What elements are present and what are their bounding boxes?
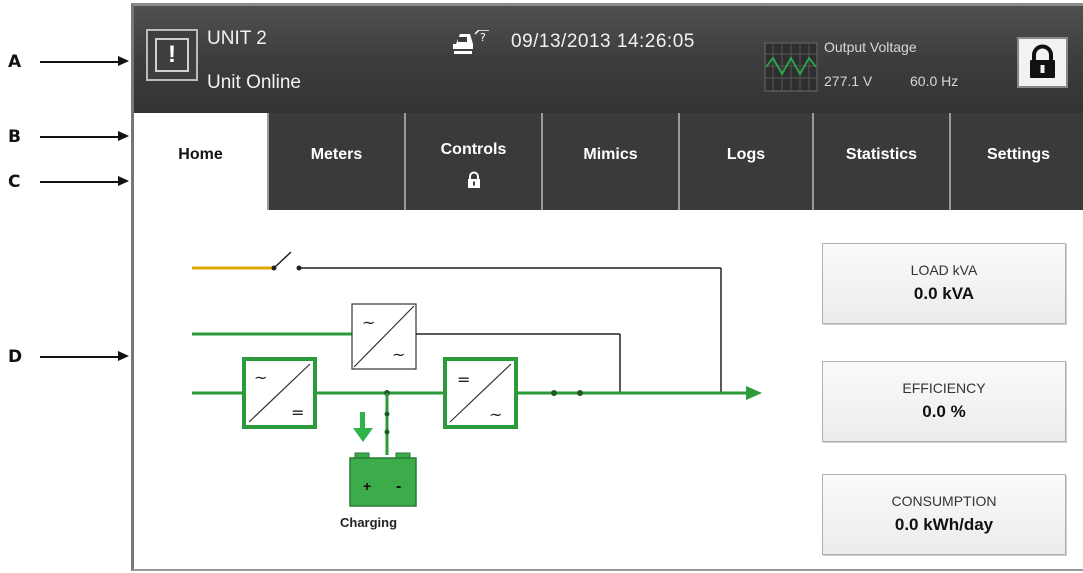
svg-text:=: = bbox=[457, 370, 470, 389]
output-frequency-value: 60.0 Hz bbox=[910, 73, 959, 89]
tab-lock-icon bbox=[467, 171, 480, 188]
tab-label: Mimics bbox=[583, 146, 638, 163]
callout-line bbox=[40, 61, 122, 63]
status-header: ! UNIT 2 Unit Online ? 09/13/2013 14:26:… bbox=[134, 6, 1083, 113]
tab-label: Home bbox=[178, 146, 223, 163]
metric-value: 0.0 kWh/day bbox=[894, 515, 994, 534]
tab-mimics[interactable]: Mimics bbox=[541, 113, 678, 210]
home-content: ~ ~ ~ = = ~ + - Charging LOAD kVA 0.0 kV… bbox=[134, 210, 1083, 569]
tab-settings[interactable]: Settings bbox=[949, 113, 1083, 210]
rectifier-icon: ~ = bbox=[242, 357, 317, 429]
output-junction bbox=[577, 390, 583, 396]
power-flow-mimic: ~ ~ ~ = = ~ + - bbox=[192, 251, 762, 507]
metric-label: CONSUMPTION bbox=[891, 493, 997, 509]
callout-line bbox=[40, 136, 122, 138]
callout-letter: A bbox=[8, 52, 22, 72]
output-voltage-value: 277.1 V bbox=[824, 73, 873, 89]
callout-arrow-icon bbox=[118, 131, 129, 141]
metric-load-kva[interactable]: LOAD kVA 0.0 kVA bbox=[822, 243, 1066, 324]
output-arrow-icon bbox=[746, 386, 762, 400]
tab-meters[interactable]: Meters bbox=[267, 113, 404, 210]
inverter-icon: = ~ bbox=[443, 357, 518, 429]
callout-arrow-icon bbox=[118, 176, 129, 186]
callout-letter: C bbox=[8, 172, 21, 192]
unit-name: UNIT 2 bbox=[207, 28, 267, 49]
battery-plus: + bbox=[363, 478, 371, 494]
svg-text:=: = bbox=[291, 403, 304, 422]
tab-bar: Home Meters Controls Mimics Logs Statist… bbox=[134, 113, 1083, 210]
metric-efficiency[interactable]: EFFICIENCY 0.0 % bbox=[822, 361, 1066, 442]
waveform-icon bbox=[764, 42, 818, 92]
lock-icon bbox=[1030, 44, 1055, 78]
tab-logs[interactable]: Logs bbox=[678, 113, 812, 210]
metric-label: EFFICIENCY bbox=[902, 380, 986, 396]
metric-label: LOAD kVA bbox=[910, 262, 978, 278]
datetime: 09/13/2013 14:26:05 bbox=[511, 31, 695, 52]
output-junction bbox=[551, 390, 557, 396]
bypass-switch bbox=[273, 251, 292, 269]
callout-line bbox=[40, 356, 122, 358]
svg-text:~: ~ bbox=[392, 345, 405, 364]
battery-minus: - bbox=[396, 478, 401, 495]
battery-icon: + - bbox=[349, 452, 417, 507]
battery-status: Charging bbox=[340, 515, 398, 530]
tab-label: Logs bbox=[726, 146, 766, 163]
tab-label: Statistics bbox=[845, 146, 918, 163]
svg-text:~: ~ bbox=[489, 405, 502, 424]
unit-status: Unit Online bbox=[207, 72, 301, 93]
callout-arrow-icon bbox=[118, 56, 129, 66]
battery-junction bbox=[384, 429, 390, 435]
callout-letter: B bbox=[8, 127, 21, 147]
callout-letter: D bbox=[8, 347, 23, 367]
metric-value: 0.0 kVA bbox=[913, 284, 975, 303]
tab-label: Controls bbox=[440, 141, 507, 158]
callout-arrow-icon bbox=[118, 351, 129, 361]
output-voltage-label: Output Voltage bbox=[824, 39, 917, 55]
tab-statistics[interactable]: Statistics bbox=[812, 113, 949, 210]
bypass-converter-icon: ~ ~ bbox=[351, 303, 417, 370]
alarm-button[interactable]: ! bbox=[146, 29, 198, 81]
help-icon[interactable]: ? bbox=[451, 30, 491, 60]
lock-button[interactable] bbox=[1017, 37, 1068, 88]
battery-junction bbox=[384, 411, 390, 417]
svg-text:?: ? bbox=[480, 31, 486, 44]
svg-text:~: ~ bbox=[362, 313, 375, 332]
svg-text:~: ~ bbox=[254, 368, 267, 387]
alarm-icon: ! bbox=[155, 38, 189, 72]
metric-consumption[interactable]: CONSUMPTION 0.0 kWh/day bbox=[822, 474, 1066, 555]
callout-line bbox=[40, 181, 122, 183]
tab-label: Meters bbox=[310, 146, 363, 163]
tab-label: Settings bbox=[986, 146, 1051, 163]
tab-controls[interactable]: Controls bbox=[404, 113, 541, 210]
ups-display: ! UNIT 2 Unit Online ? 09/13/2013 14:26:… bbox=[131, 3, 1083, 571]
tab-home[interactable]: Home bbox=[134, 113, 267, 210]
metric-value: 0.0 % bbox=[922, 402, 966, 421]
charge-arrow-icon bbox=[353, 412, 373, 442]
